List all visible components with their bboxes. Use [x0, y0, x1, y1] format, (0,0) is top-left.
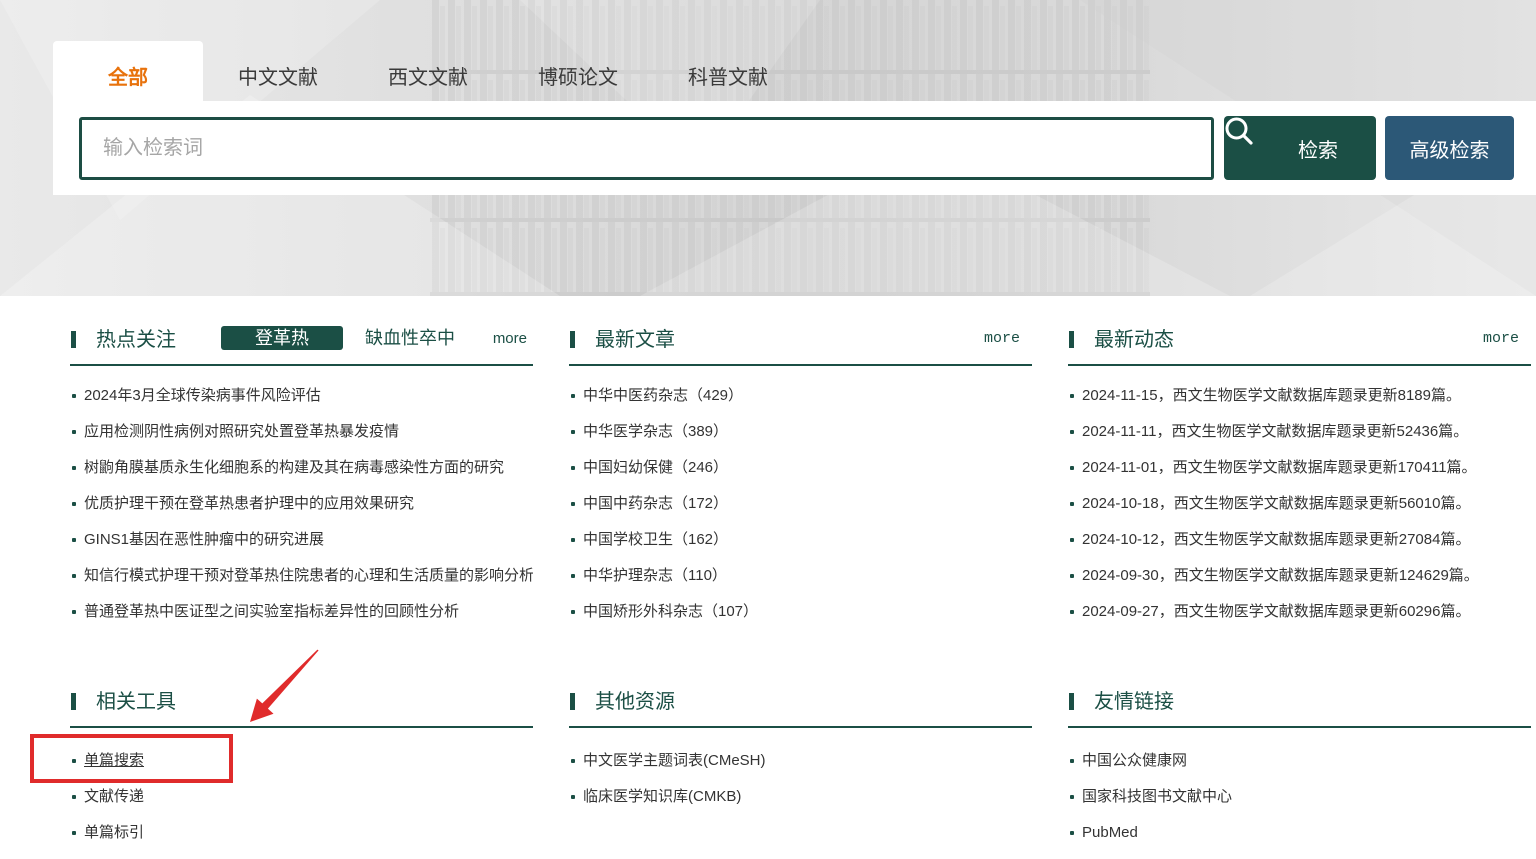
- latest-updates-section: 最新动态 more 2024-11-15，西文生物医学文献数据库题录更新8189…: [1068, 320, 1531, 620]
- hot-topic-link[interactable]: 优质护理干预在登革热患者护理中的应用效果研究: [70, 486, 533, 522]
- update-link[interactable]: 2024-11-01，西文生物医学文献数据库题录更新170411篇。: [1068, 450, 1531, 486]
- update-link[interactable]: 2024-11-11，西文生物医学文献数据库题录更新52436篇。: [1068, 414, 1531, 450]
- other-resources-section: 其他资源 中文医学主题词表(CMeSH) 临床医学知识库(CMKB): [569, 682, 1032, 857]
- friendly-link[interactable]: 国家科技图书文献中心: [1068, 779, 1531, 815]
- section-divider: [569, 726, 1032, 728]
- latest-articles-more-link[interactable]: more: [984, 327, 1020, 351]
- hot-topic-link[interactable]: 应用检测阴性病例对照研究处置登革热暴发疫情: [70, 414, 533, 450]
- related-tools-section: 相关工具 单篇搜索 文献传递 单篇标引: [70, 682, 533, 857]
- hot-topic-link[interactable]: GINS1基因在恶性肿瘤中的研究进展: [70, 522, 533, 558]
- friendly-links-title: 友情链接: [1094, 691, 1174, 713]
- section-marker: [1069, 693, 1074, 710]
- friendly-links-list: 中国公众健康网 国家科技图书文献中心 PubMed: [1068, 743, 1531, 851]
- hot-topic-link[interactable]: 知信行模式护理干预对登革热住院患者的心理和生活质量的影响分析: [70, 558, 533, 594]
- update-link[interactable]: 2024-10-18，西文生物医学文献数据库题录更新56010篇。: [1068, 486, 1531, 522]
- resource-link[interactable]: 临床医学知识库(CMKB): [569, 779, 1032, 815]
- hot-topic-link[interactable]: 树鼩角膜基质永生化细胞系的构建及其在病毒感染性方面的研究: [70, 450, 533, 486]
- section-marker: [570, 693, 575, 710]
- latest-articles-title: 最新文章: [595, 329, 675, 351]
- resource-link[interactable]: 中文医学主题词表(CMeSH): [569, 743, 1032, 779]
- friendly-links-section: 友情链接 中国公众健康网 国家科技图书文献中心 PubMed: [1068, 682, 1531, 857]
- hot-topic-link[interactable]: 普通登革热中医证型之间实验室指标差异性的回顾性分析: [70, 594, 533, 630]
- hot-topics-list: 2024年3月全球传染病事件风险评估 应用检测阴性病例对照研究处置登革热暴发疫情…: [70, 378, 533, 630]
- journal-link[interactable]: 中国中药杂志（172）: [569, 486, 1032, 522]
- latest-articles-section: 最新文章 more 中华中医药杂志（429） 中华医学杂志（389） 中国妇幼保…: [569, 320, 1032, 620]
- section-divider: [1068, 364, 1531, 366]
- hot-topic-tag-dengue[interactable]: 登革热: [221, 326, 343, 350]
- update-link[interactable]: 2024-10-12，西文生物医学文献数据库题录更新27084篇。: [1068, 522, 1531, 558]
- search-input[interactable]: [79, 117, 1214, 180]
- other-resources-list: 中文医学主题词表(CMeSH) 临床医学知识库(CMKB): [569, 743, 1032, 815]
- other-resources-title: 其他资源: [595, 691, 675, 713]
- advanced-search-button[interactable]: 高级检索: [1385, 116, 1514, 180]
- journal-link[interactable]: 中华医学杂志（389）: [569, 414, 1032, 450]
- hot-topics-more-link[interactable]: more: [493, 327, 527, 351]
- search-hero: 全部 中文文献 西文文献 博硕论文 科普文献 检索 高级检索: [0, 0, 1536, 296]
- search-icon: [1225, 117, 1292, 163]
- tab-all[interactable]: 全部: [53, 41, 203, 101]
- hot-topic-tag-ischemic-stroke[interactable]: 缺血性卒中: [365, 326, 455, 350]
- latest-updates-list: 2024-11-15，西文生物医学文献数据库题录更新8189篇。 2024-11…: [1068, 378, 1531, 630]
- journal-link[interactable]: 中国学校卫生（162）: [569, 522, 1032, 558]
- related-tools-list: 单篇搜索 文献传递 单篇标引: [70, 743, 533, 851]
- update-link[interactable]: 2024-09-27，西文生物医学文献数据库题录更新60296篇。: [1068, 594, 1531, 630]
- latest-updates-title: 最新动态: [1094, 329, 1174, 351]
- section-divider: [70, 364, 533, 366]
- tab-western-literature[interactable]: 西文文献: [353, 41, 503, 101]
- update-link[interactable]: 2024-11-15，西文生物医学文献数据库题录更新8189篇。: [1068, 378, 1531, 414]
- search-scope-tabs: 全部 中文文献 西文文献 博硕论文 科普文献: [53, 41, 803, 101]
- section-divider: [70, 726, 533, 728]
- tab-chinese-literature[interactable]: 中文文献: [203, 41, 353, 101]
- section-marker: [71, 331, 76, 348]
- hot-topics-title: 热点关注: [96, 329, 176, 351]
- tab-theses[interactable]: 博硕论文: [503, 41, 653, 101]
- journal-link[interactable]: 中华中医药杂志（429）: [569, 378, 1032, 414]
- search-button-label: 检索: [1298, 139, 1338, 162]
- tool-link-single-article-search[interactable]: 单篇搜索: [70, 743, 533, 779]
- related-tools-title: 相关工具: [96, 691, 176, 713]
- section-marker: [1069, 331, 1074, 348]
- journal-link[interactable]: 中华护理杂志（110）: [569, 558, 1032, 594]
- advanced-search-label: 高级检索: [1409, 139, 1490, 162]
- journal-link[interactable]: 中国妇幼保健（246）: [569, 450, 1032, 486]
- friendly-link[interactable]: PubMed: [1068, 815, 1531, 851]
- search-button[interactable]: 检索: [1224, 116, 1376, 180]
- tool-link-single-article-indexing[interactable]: 单篇标引: [70, 815, 533, 851]
- section-marker: [71, 693, 76, 710]
- hot-topic-link[interactable]: 2024年3月全球传染病事件风险评估: [70, 378, 533, 414]
- tab-popular-science[interactable]: 科普文献: [653, 41, 803, 101]
- friendly-link[interactable]: 中国公众健康网: [1068, 743, 1531, 779]
- section-marker: [570, 331, 575, 348]
- journal-link[interactable]: 中国矫形外科杂志（107）: [569, 594, 1032, 630]
- hot-topics-section: 热点关注 登革热 缺血性卒中 more 2024年3月全球传染病事件风险评估 应…: [70, 320, 533, 620]
- latest-updates-more-link[interactable]: more: [1483, 327, 1519, 351]
- section-divider: [569, 364, 1032, 366]
- tool-link-document-delivery[interactable]: 文献传递: [70, 779, 533, 815]
- update-link[interactable]: 2024-09-30，西文生物医学文献数据库题录更新124629篇。: [1068, 558, 1531, 594]
- latest-articles-list: 中华中医药杂志（429） 中华医学杂志（389） 中国妇幼保健（246） 中国中…: [569, 378, 1032, 630]
- section-divider: [1068, 726, 1531, 728]
